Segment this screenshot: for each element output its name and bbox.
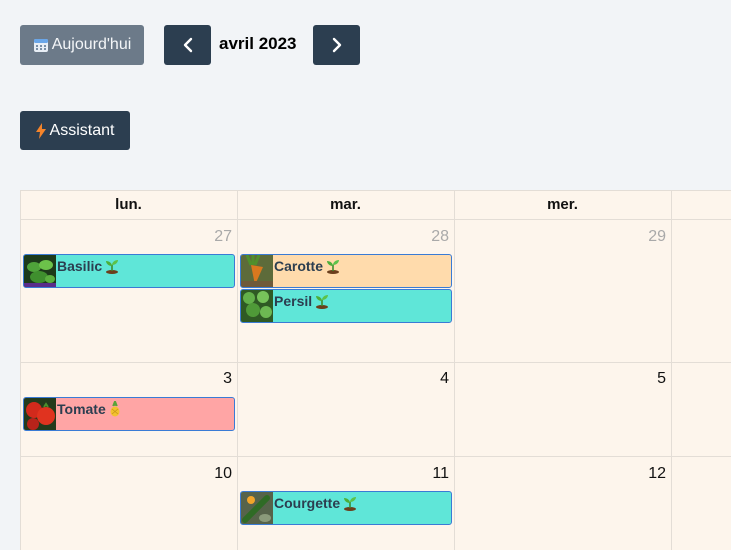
tomato-photo [24, 398, 56, 430]
today-button[interactable]: Aujourd'hui [20, 25, 144, 65]
calendar-icon [33, 39, 48, 52]
sprout-icon [327, 260, 340, 274]
zucchini-photo [241, 492, 273, 524]
event-title: Courgette [274, 495, 341, 511]
previous-month-button[interactable] [164, 25, 211, 65]
month-calendar: lun. mar. mer. 27 28 29 3 4 5 10 11 12 B… [20, 190, 731, 550]
event-tomate[interactable]: Tomate [23, 397, 235, 431]
sprout-icon [316, 295, 329, 309]
event-basilic[interactable]: Basilic [23, 254, 235, 288]
assistant-button[interactable]: Assistant [20, 111, 130, 150]
carrot-photo [241, 255, 273, 287]
sprout-icon [106, 260, 119, 274]
chevron-left-icon [183, 37, 192, 53]
weekday-header: mar. [330, 196, 361, 213]
weekday-header: lun. [115, 196, 142, 213]
event-courgette[interactable]: Courgette [240, 491, 452, 525]
chevron-right-icon [332, 37, 341, 53]
day-number[interactable]: 11 [409, 465, 449, 483]
day-number[interactable]: 28 [409, 228, 449, 246]
day-number[interactable]: 27 [192, 228, 232, 246]
day-number[interactable]: 10 [192, 465, 232, 483]
weekday-header: mer. [547, 196, 578, 213]
assistant-button-label: Assistant [49, 121, 115, 139]
event-title: Carotte [274, 258, 324, 274]
event-title: Persil [274, 293, 313, 309]
day-number[interactable]: 4 [409, 370, 449, 388]
event-title: Basilic [57, 258, 103, 274]
event-carotte[interactable]: Carotte [240, 254, 452, 288]
day-number[interactable]: 29 [626, 228, 666, 246]
month-title: avril 2023 [219, 34, 297, 53]
basil-photo [24, 255, 56, 287]
parsley-photo [241, 290, 273, 322]
next-month-button[interactable] [313, 25, 360, 65]
sprout-icon [344, 497, 357, 511]
today-button-label: Aujourd'hui [51, 36, 132, 53]
day-number[interactable]: 12 [626, 465, 666, 483]
lightning-icon [35, 122, 46, 139]
day-number[interactable]: 5 [626, 370, 666, 388]
day-number[interactable]: 3 [192, 370, 232, 388]
event-persil[interactable]: Persil [240, 289, 452, 323]
event-title: Tomate [57, 401, 106, 417]
pineapple-icon [110, 401, 120, 417]
